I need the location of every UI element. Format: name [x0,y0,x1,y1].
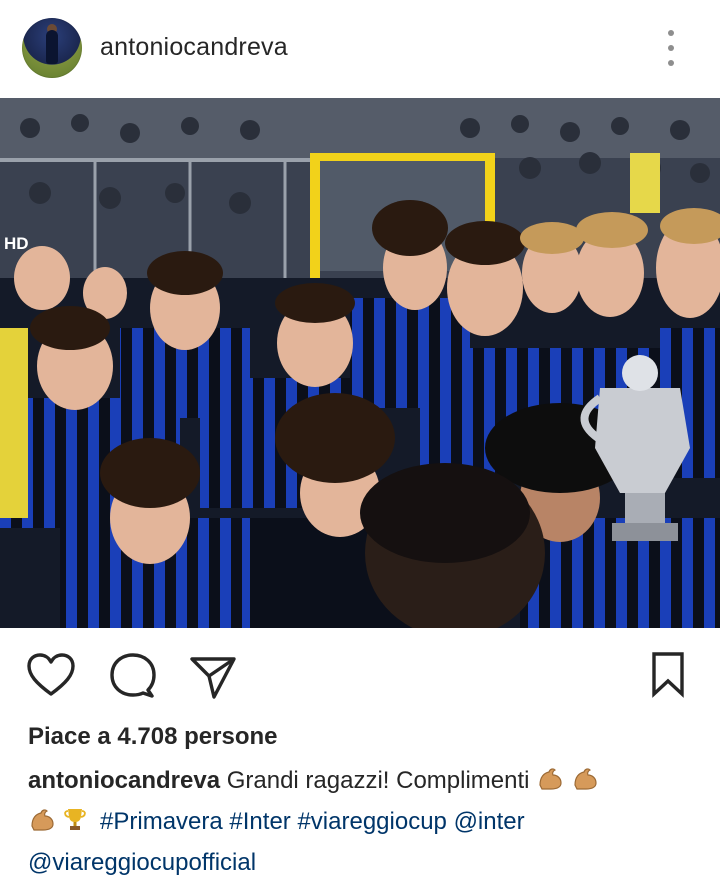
comment-bubble-icon[interactable] [108,652,158,698]
mention-link[interactable]: @inter [454,808,525,835]
post-actions [0,640,720,710]
hashtag-link[interactable]: #viareggiocup [297,808,446,835]
dot [668,45,674,51]
photo-illustration [0,98,720,628]
hd-badge: HD [4,234,29,253]
hashtag-link[interactable]: #Primavera [100,808,223,835]
caption-text: Grandi ragazzi! Complimenti [226,767,530,794]
trophy-icon [63,806,87,844]
hashtag-link[interactable]: #Inter [229,808,290,835]
caption-username[interactable]: antoniocandreva [28,767,220,794]
mention-link[interactable]: @viareggiocupofficial [28,849,256,876]
post-username[interactable]: antoniocandreva [100,33,288,62]
post-header: antoniocandreva [0,0,720,98]
bookmark-icon[interactable] [648,650,688,698]
dot [668,30,674,36]
flexed-biceps-icon [571,765,599,803]
flexed-biceps-icon [536,765,564,803]
avatar[interactable] [22,18,82,78]
likes-count[interactable]: Piace a 4.708 persone [28,723,278,751]
vertical-ellipsis-icon[interactable] [664,30,678,66]
dot [668,60,674,66]
post-photo[interactable]: HD [0,98,720,628]
heart-icon[interactable] [26,652,76,698]
paper-plane-icon[interactable] [188,654,238,700]
avatar-figure [46,30,58,64]
flexed-biceps-icon [28,806,56,844]
post-caption: antoniocandreva Grandi ragazzi! Complime… [28,762,688,882]
